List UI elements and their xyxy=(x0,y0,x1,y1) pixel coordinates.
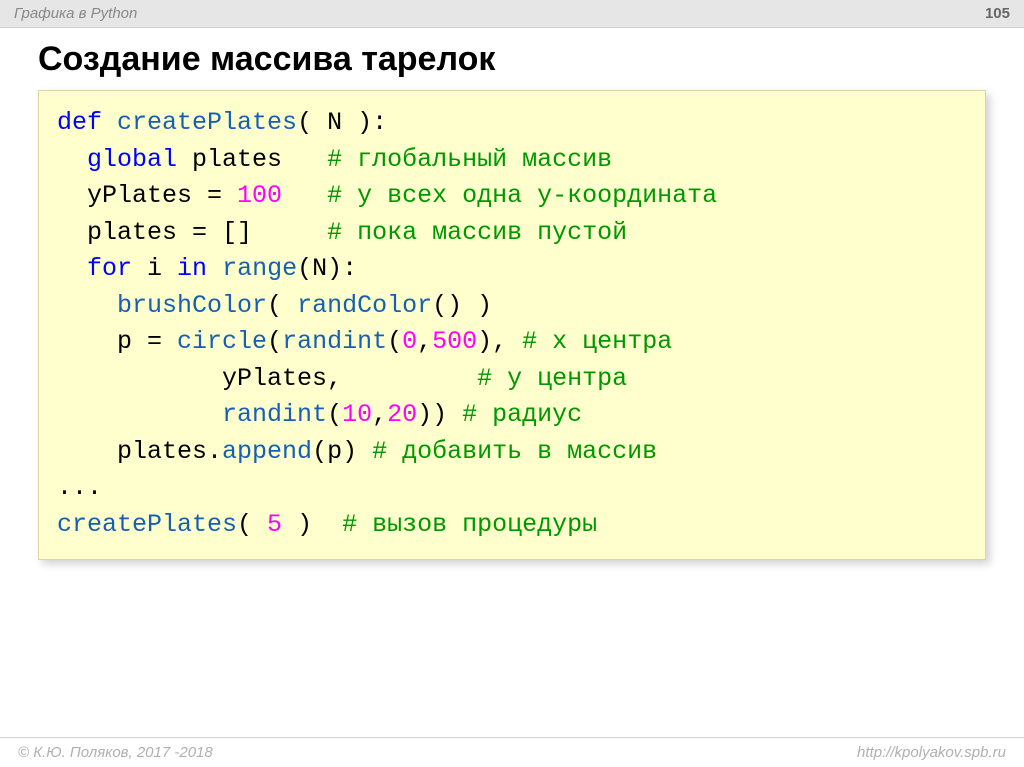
comment: # у всех одна y-координата xyxy=(327,181,717,210)
func-range: range xyxy=(222,254,297,283)
code-text: ( xyxy=(267,291,297,320)
code-text: ( xyxy=(237,510,267,539)
code-text: plates. xyxy=(117,437,222,466)
code-text: , xyxy=(372,400,387,429)
comment: # глобальный массив xyxy=(327,145,612,174)
comment: # y центра xyxy=(477,364,627,393)
page-number: 105 xyxy=(985,5,1010,22)
code-ellipsis: ... xyxy=(57,473,102,502)
comment: # пока массив пустой xyxy=(327,218,627,247)
slide: Графика в Python 105 Создание массива та… xyxy=(0,0,1024,767)
comment: # добавить в массив xyxy=(372,437,657,466)
header-bar: Графика в Python 105 xyxy=(0,0,1024,28)
chapter-title: Графика в Python xyxy=(14,5,137,22)
code-text: )) xyxy=(417,400,462,429)
code-text: , xyxy=(417,327,432,356)
code-text: p = xyxy=(117,327,177,356)
code-text: (p) xyxy=(312,437,372,466)
footer-bar: © К.Ю. Поляков, 2017 -2018 http://kpolya… xyxy=(0,737,1024,767)
comment: # радиус xyxy=(462,400,582,429)
number-literal: 100 xyxy=(237,181,282,210)
code-text: ( xyxy=(327,400,342,429)
code-text: i xyxy=(132,254,177,283)
code-text: ( xyxy=(267,327,282,356)
code-text: yPlates = xyxy=(87,181,237,210)
number-literal: 0 xyxy=(402,327,417,356)
code-text: ( xyxy=(387,327,402,356)
func-circle: circle xyxy=(177,327,267,356)
number-literal: 5 xyxy=(267,510,282,539)
copyright-text: © К.Ю. Поляков, 2017 -2018 xyxy=(18,744,213,761)
func-name: createPlates xyxy=(117,108,297,137)
keyword-for: for xyxy=(87,254,132,283)
number-literal: 10 xyxy=(342,400,372,429)
comment: # вызов процедуры xyxy=(342,510,597,539)
number-literal: 20 xyxy=(387,400,417,429)
func-call: createPlates xyxy=(57,510,237,539)
func-randint: randint xyxy=(222,400,327,429)
code-text: plates xyxy=(177,145,327,174)
code-text xyxy=(57,400,222,429)
number-literal: 500 xyxy=(432,327,477,356)
code-text: () ) xyxy=(432,291,492,320)
code-text xyxy=(207,254,222,283)
code-text: plates = [] xyxy=(87,218,327,247)
code-text xyxy=(282,181,327,210)
func-append: append xyxy=(222,437,312,466)
keyword-in: in xyxy=(177,254,207,283)
code-block: def createPlates( N ): global plates # г… xyxy=(38,90,986,560)
code-text: ), xyxy=(477,327,522,356)
keyword-global: global xyxy=(87,145,177,174)
slide-title: Создание массива тарелок xyxy=(38,40,495,79)
func-randint: randint xyxy=(282,327,387,356)
comment: # x центра xyxy=(522,327,672,356)
code-text: yPlates, xyxy=(57,364,477,393)
keyword-def: def xyxy=(57,108,102,137)
func-args: ( N ): xyxy=(297,108,387,137)
code-text: ) xyxy=(282,510,342,539)
footer-url: http://kpolyakov.spb.ru xyxy=(857,744,1006,761)
func-brushcolor: brushColor xyxy=(117,291,267,320)
func-randcolor: randColor xyxy=(297,291,432,320)
code-text: (N): xyxy=(297,254,357,283)
